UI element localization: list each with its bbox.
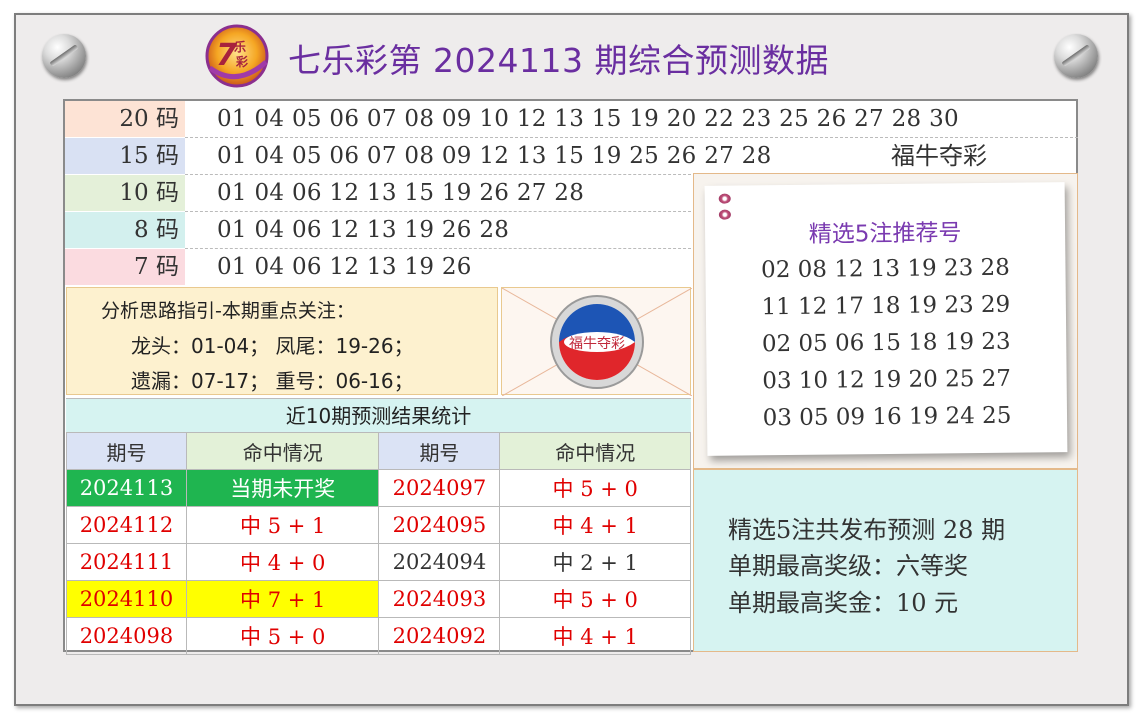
recommendation-line: 03 10 12 19 20 25 27 bbox=[762, 365, 1012, 395]
analysis-line-2: 遗漏：07-17； 重号：06-16； bbox=[131, 369, 414, 393]
summary-line-2: 单期最高奖级：六等奖 bbox=[728, 552, 968, 580]
recommendation-line: 03 05 09 16 19 24 25 bbox=[762, 402, 1012, 432]
column-header: 期号 bbox=[378, 432, 501, 470]
numbers-label: 7 码 bbox=[65, 249, 185, 285]
analysis-box: 分析思路指引-本期重点关注： 龙头：01-04； 凤尾：19-26； 遗漏：07… bbox=[66, 287, 498, 395]
table-header-row: 期号 命中情况 期号 命中情况 bbox=[66, 432, 691, 470]
table-cell: 中 2 + 1 bbox=[499, 543, 691, 581]
table-cell: 中 7 + 1 bbox=[185, 580, 380, 618]
numbers-label: 10 码 bbox=[65, 175, 185, 211]
table-cell: 2024094 bbox=[378, 543, 501, 581]
numbers-values: 01 04 06 12 13 19 26 28 bbox=[217, 217, 510, 243]
numbers-row-20: 20 码 01 04 05 06 07 08 09 10 12 13 15 19… bbox=[65, 101, 1078, 137]
numbers-row-10: 10 码 01 04 06 12 13 15 19 26 27 28 bbox=[65, 175, 691, 211]
column-header: 期号 bbox=[66, 432, 187, 470]
table-cell: 2024092 bbox=[378, 617, 501, 655]
table-cell: 中 5 + 1 bbox=[185, 506, 380, 544]
table-row: 2024113 当期未开奖 2024097 中 5 + 0 bbox=[66, 469, 691, 507]
table-cell: 2024097 bbox=[378, 469, 501, 507]
recommendation-line: 02 05 06 15 18 19 23 bbox=[761, 328, 1011, 358]
table-cell: 当期未开奖 bbox=[185, 469, 380, 507]
numbers-values: 01 04 06 12 13 15 19 26 27 28 bbox=[217, 180, 585, 206]
fortune-bull-emblem-icon: 福牛夺彩 bbox=[501, 287, 693, 397]
numbers-row-8: 8 码 01 04 06 12 13 19 26 28 bbox=[65, 212, 691, 248]
numbers-label: 15 码 bbox=[65, 138, 185, 174]
recommendation-line: 11 12 17 18 19 23 29 bbox=[761, 291, 1011, 321]
screw-right-icon bbox=[1054, 34, 1098, 78]
table-row: 2024110 中 7 + 1 2024093 中 5 + 0 bbox=[66, 580, 691, 618]
numbers-values: 01 04 05 06 07 08 09 10 12 13 15 19 20 2… bbox=[217, 106, 959, 132]
table-cell: 2024113 bbox=[66, 469, 187, 507]
summary-line-3: 单期最高奖金：10 元 bbox=[728, 589, 959, 617]
recommendation-title: 精选5注推荐号 bbox=[808, 220, 962, 248]
slogan-text: 福牛夺彩 bbox=[891, 142, 987, 170]
analysis-line-1: 龙头：01-04； 凤尾：19-26； bbox=[131, 334, 414, 358]
prediction-board: 20 码 01 04 05 06 07 08 09 10 12 13 15 19… bbox=[63, 99, 1078, 655]
stats-table: 期号 命中情况 期号 命中情况 2024113 当期未开奖 2024097 中 … bbox=[66, 432, 691, 655]
recommendation-line: 02 08 12 13 19 23 28 bbox=[760, 254, 1010, 284]
table-row: 2024112 中 5 + 1 2024095 中 4 + 1 bbox=[66, 506, 691, 544]
pin-icon bbox=[718, 193, 731, 204]
recommendation-card: 精选5注推荐号 02 08 12 13 19 23 28 11 12 17 18… bbox=[704, 182, 1068, 456]
numbers-values: 01 04 05 06 07 08 09 12 13 15 19 25 26 2… bbox=[217, 143, 772, 169]
table-cell: 2024098 bbox=[66, 617, 187, 655]
column-header: 命中情况 bbox=[185, 432, 380, 470]
table-cell: 2024095 bbox=[378, 506, 501, 544]
page-title: 七乐彩第 2024113 期综合预测数据 bbox=[288, 41, 829, 80]
recommendation-panel: 精选5注推荐号 02 08 12 13 19 23 28 11 12 17 18… bbox=[693, 173, 1078, 469]
table-cell: 中 5 + 0 bbox=[499, 580, 691, 618]
summary-panel: 精选5注共发布预测 28 期 单期最高奖级：六等奖 单期最高奖金：10 元 bbox=[693, 469, 1078, 652]
analysis-title: 分析思路指引-本期重点关注： bbox=[101, 300, 355, 322]
table-cell: 2024110 bbox=[66, 580, 187, 618]
table-cell: 中 4 + 1 bbox=[499, 617, 691, 655]
svg-text:乐: 乐 bbox=[234, 39, 246, 54]
stats-title: 近10期预测结果统计 bbox=[66, 398, 691, 432]
table-row: 2024111 中 4 + 0 2024094 中 2 + 1 bbox=[66, 543, 691, 581]
table-row: 2024098 中 5 + 0 2024092 中 4 + 1 bbox=[66, 617, 691, 655]
svg-text:彩: 彩 bbox=[235, 54, 248, 69]
table-cell: 中 4 + 0 bbox=[185, 543, 380, 581]
table-cell: 中 5 + 0 bbox=[185, 617, 380, 655]
summary-line-1: 精选5注共发布预测 28 期 bbox=[728, 516, 1006, 544]
table-cell: 中 5 + 0 bbox=[499, 469, 691, 507]
table-cell: 中 4 + 1 bbox=[499, 506, 691, 544]
numbers-row-7: 7 码 01 04 06 12 13 19 26 bbox=[65, 249, 691, 285]
emblem-text: 福牛夺彩 bbox=[569, 336, 625, 352]
emblem-box: 福牛夺彩 bbox=[501, 287, 693, 397]
column-header: 命中情况 bbox=[499, 432, 691, 470]
table-cell: 2024111 bbox=[66, 543, 187, 581]
numbers-label: 8 码 bbox=[65, 212, 185, 248]
table-cell: 2024112 bbox=[66, 506, 187, 544]
lottery-logo: 7 乐 彩 bbox=[205, 24, 269, 88]
table-cell: 2024093 bbox=[378, 580, 501, 618]
numbers-values: 01 04 06 12 13 19 26 bbox=[217, 254, 472, 280]
screw-left-icon bbox=[42, 34, 86, 78]
numbers-label: 20 码 bbox=[65, 101, 185, 137]
